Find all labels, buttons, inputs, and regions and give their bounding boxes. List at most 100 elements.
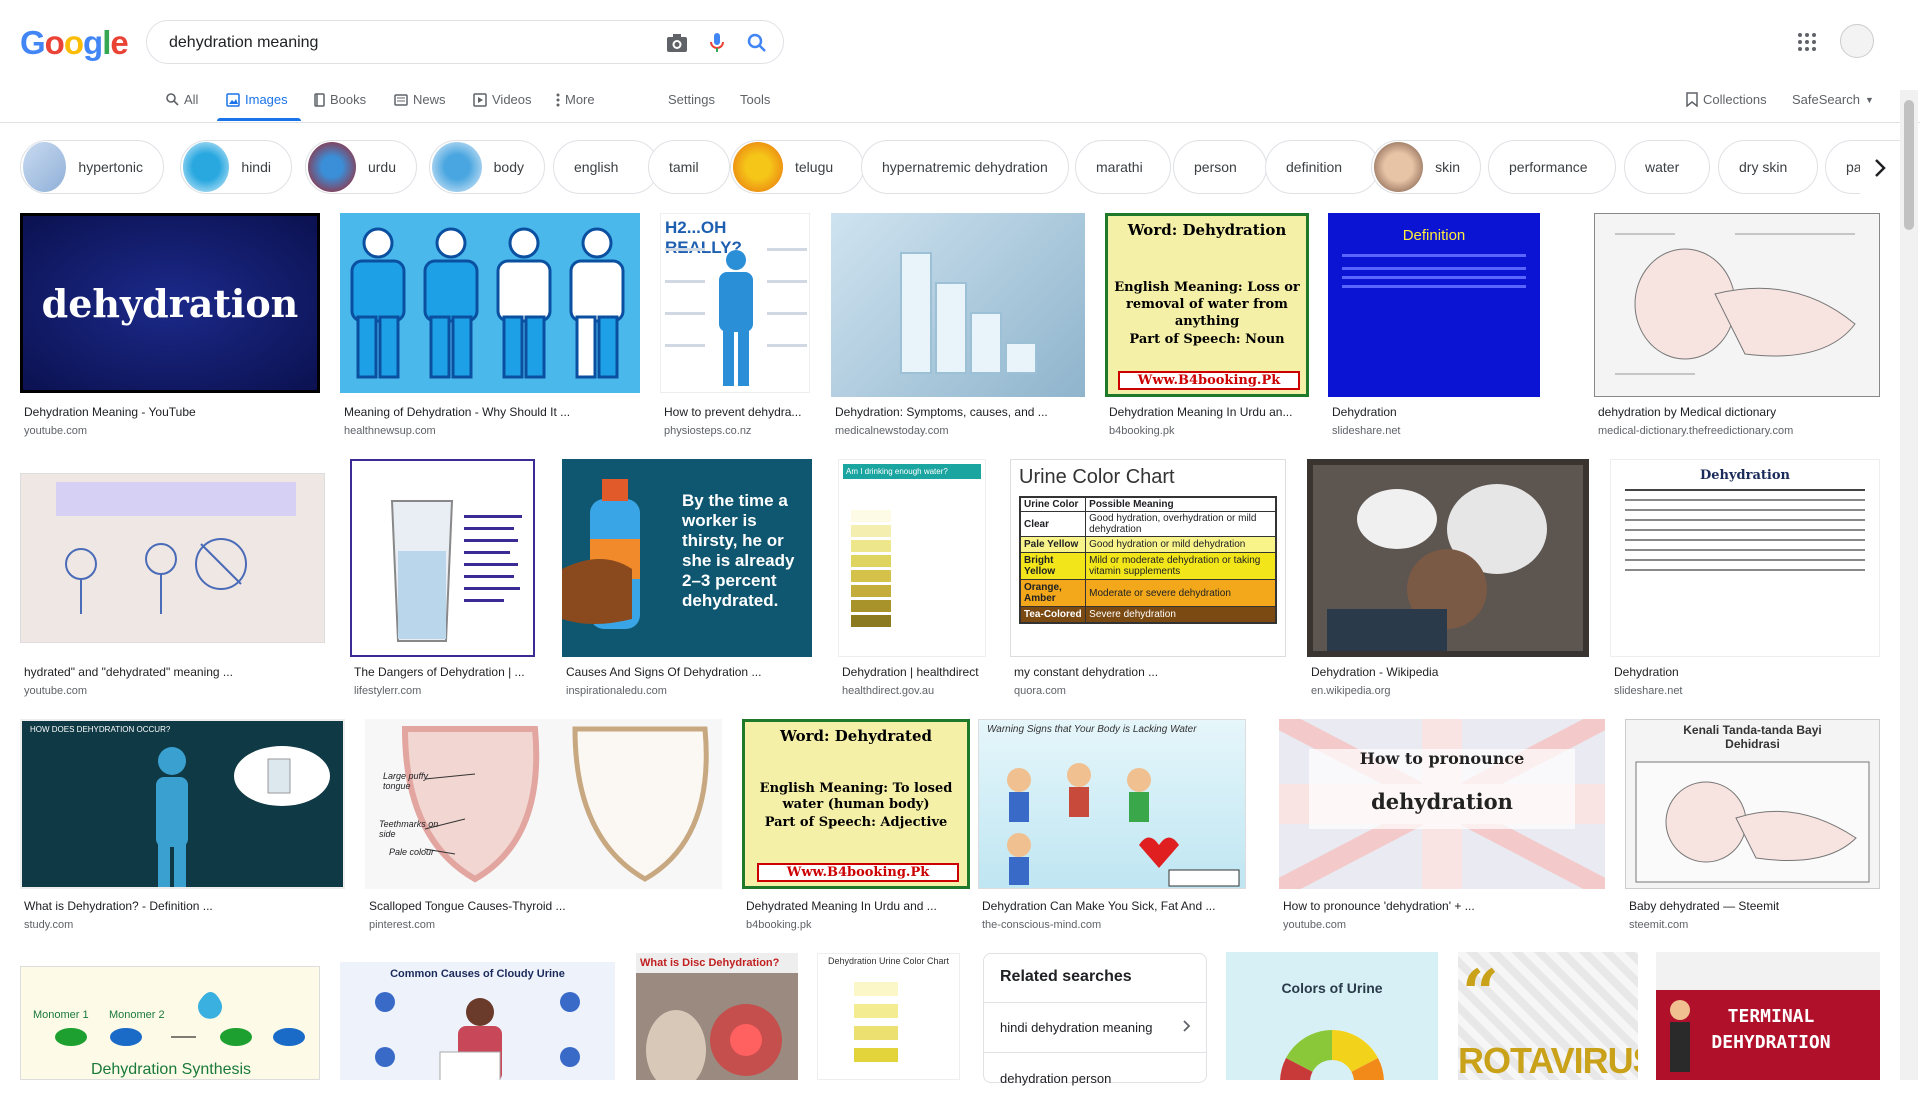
result-source: en.wikipedia.org [1311, 685, 1391, 697]
result-thumbnail: What is Disc Dehydration? [636, 953, 798, 1080]
related-searches-card: Related searches hindi dehydration meani… [983, 953, 1207, 1086]
image-result[interactable]: Word: Dehydrated English Meaning: To los… [742, 719, 970, 935]
image-result[interactable]: HOW DOES DEHYDRATION OCCUR? What is Dehy… [20, 719, 345, 935]
image-result[interactable]: The Dangers of Dehydration | ... lifesty… [350, 459, 535, 703]
chip-definition[interactable]: definition [1265, 140, 1379, 194]
google-logo[interactable]: Google [20, 24, 129, 62]
image-result[interactable]: dehydration Dehydration Meaning - YouTub… [20, 213, 320, 443]
bookmark-icon [1686, 92, 1698, 107]
result-title: Dehydration | healthdirect [842, 665, 979, 679]
search-icon[interactable] [745, 31, 769, 55]
thumbnail-text: ROTAVIRUS [1458, 1040, 1638, 1080]
image-result[interactable]: Kenali Tanda-tanda Bayi Dehidrasi Baby d… [1625, 719, 1880, 935]
image-result[interactable]: Dehydration Dehydration slideshare.net [1610, 459, 1880, 703]
collections-link[interactable]: Collections [1686, 92, 1767, 107]
chip-body[interactable]: body [429, 140, 545, 194]
chip-label: marathi [1096, 159, 1143, 175]
result-title: Scalloped Tongue Causes-Thyroid ... [369, 899, 566, 913]
image-result[interactable]: How to pronounce dehydration How to pron… [1279, 719, 1605, 935]
chip-marathi[interactable]: marathi [1075, 140, 1171, 194]
chip-person[interactable]: person [1173, 140, 1267, 194]
result-source: b4booking.pk [1109, 425, 1175, 437]
chip-english[interactable]: english [553, 140, 659, 194]
image-result[interactable]: Monomer 1 Monomer 2 Dehydration Synthesi… [20, 966, 320, 1080]
result-source: lifestylerr.com [354, 685, 422, 697]
image-result[interactable]: Word: Dehydration English Meaning: Loss … [1105, 213, 1309, 443]
page-scrollbar[interactable] [1900, 90, 1918, 1080]
microphone-icon[interactable] [705, 31, 729, 55]
safesearch-dropdown[interactable]: SafeSearch ▼ [1792, 92, 1874, 107]
chip-hypertonic[interactable]: hypertonic [20, 140, 164, 194]
image-result[interactable]: Am I drinking enough water? Dehydration … [838, 459, 986, 703]
image-result[interactable]: Definition Dehydration slideshare.net [1328, 213, 1540, 443]
image-result[interactable]: Colors of Urine [1226, 952, 1438, 1080]
image-result[interactable]: Dehydration: Symptoms, causes, and ... m… [831, 213, 1085, 443]
table-cell: Good hydration or mild dehydration [1085, 536, 1277, 553]
tab-images[interactable]: Images [226, 92, 288, 107]
related-search-item[interactable]: hindi dehydration meaning [984, 1002, 1206, 1052]
result-thumbnail: Dehydration Urine Color Chart [817, 953, 960, 1080]
chip-performance[interactable]: performance [1488, 140, 1616, 194]
tab-news[interactable]: News [394, 92, 446, 107]
image-result[interactable]: Urine Color Chart Urine Color Possible Me… [1010, 459, 1286, 703]
image-result[interactable]: “ ROTAVIRUS [1458, 952, 1638, 1080]
search-input[interactable] [167, 21, 631, 65]
image-result[interactable]: Dehydration Urine Color Chart [817, 953, 960, 1080]
chip-thumbnail [23, 142, 67, 192]
chip-hypernatremic-dehydration[interactable]: hypernatremic dehydration [861, 140, 1069, 194]
chip-hindi[interactable]: hindi [180, 140, 292, 194]
scrollbar-thumb[interactable] [1904, 100, 1914, 230]
thumbnail-text: Dehydration [1700, 468, 1790, 483]
tools-link[interactable]: Tools [740, 92, 770, 107]
result-thumbnail: By the time a worker is thirsty, he or s… [562, 459, 812, 657]
result-source: youtube.com [24, 425, 87, 437]
chip-label: hypertonic [78, 159, 143, 175]
image-result[interactable]: TERMINAL DEHYDRATION [1656, 952, 1880, 1080]
chip-tamil[interactable]: tamil [648, 140, 730, 194]
camera-icon[interactable] [665, 31, 689, 55]
chip-skin[interactable]: skin [1371, 140, 1481, 194]
result-source: pinterest.com [369, 919, 436, 931]
chip-label: telugu [795, 159, 834, 175]
image-result[interactable]: H2...OH REALLY? How to prevent dehydra..… [660, 213, 810, 443]
tab-videos[interactable]: Videos [473, 92, 532, 107]
result-thumbnail: Definition [1328, 213, 1540, 397]
result-thumbnail: Word: Dehydrated English Meaning: To los… [742, 719, 970, 889]
image-result[interactable]: By the time a worker is thirsty, he or s… [562, 459, 812, 703]
tab-all[interactable]: All [166, 92, 198, 107]
image-result[interactable]: Large puffy tongue Teethmarks on side Pa… [365, 719, 722, 935]
thumbnail-text: Pale colour [389, 847, 435, 857]
avatar[interactable] [1840, 24, 1874, 58]
image-result[interactable]: Common Causes of Cloudy Urine [340, 962, 615, 1080]
image-result[interactable]: dehydration by Medical dictionary medica… [1594, 213, 1880, 443]
thumbnail-text: By the time a worker is thirsty, he or s… [682, 491, 795, 610]
chip-dry-skin[interactable]: dry skin [1718, 140, 1818, 194]
result-source: steemit.com [1629, 919, 1689, 931]
result-source: medicalnewstoday.com [835, 425, 949, 437]
chip-urdu[interactable]: urdu [305, 140, 417, 194]
result-title: Meaning of Dehydration - Why Should It .… [344, 405, 571, 419]
related-search-item[interactable]: dehydration person [984, 1052, 1206, 1102]
image-result[interactable]: Meaning of Dehydration - Why Should It .… [340, 213, 640, 443]
chip-telugu[interactable]: telugu [730, 140, 864, 194]
table-cell: Bright Yellow [1019, 552, 1087, 580]
settings-link[interactable]: Settings [668, 92, 715, 107]
apps-grid-icon[interactable] [1795, 30, 1819, 54]
tab-more[interactable]: More [556, 92, 595, 107]
thumbnail-text: Urine Color Chart [1019, 466, 1175, 488]
result-thumbnail [1307, 459, 1589, 657]
thumbnail-text: What is Disc Dehydration? [636, 953, 798, 973]
image-result[interactable]: Dehydration - Wikipedia en.wikipedia.org [1307, 459, 1589, 703]
thumbnail-text: Word: Dehydration [1127, 221, 1287, 239]
chips-next-button[interactable] [1860, 142, 1900, 194]
result-title: Dehydration [1332, 405, 1397, 419]
result-title: Baby dehydrated — Steemit [1629, 899, 1780, 913]
image-result[interactable]: Warning Signs that Your Body is Lacking … [978, 719, 1246, 935]
image-result[interactable]: What is Disc Dehydration? [636, 953, 798, 1080]
result-title: Dehydration Can Make You Sick, Fat And .… [982, 899, 1216, 913]
image-result[interactable]: hydrated" and "dehydrated" meaning ... y… [20, 473, 325, 703]
search-box [146, 20, 784, 65]
chip-label: performance [1509, 159, 1588, 175]
chip-water[interactable]: water [1624, 140, 1710, 194]
tab-books[interactable]: Books [314, 92, 366, 107]
